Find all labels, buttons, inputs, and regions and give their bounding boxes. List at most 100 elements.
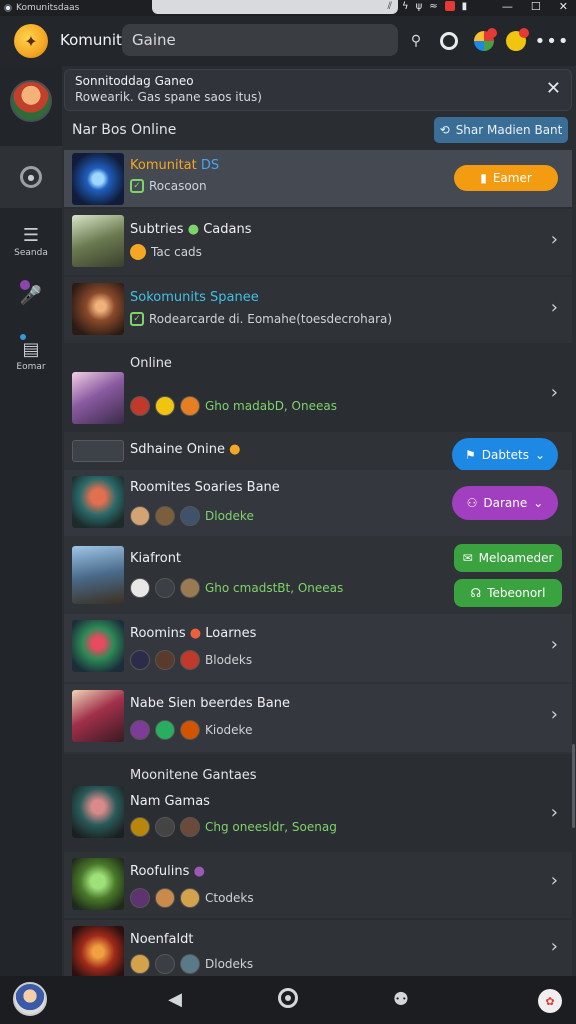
sidebar: ● ☰ Seanda 🎤 ▤ Eomar	[0, 66, 62, 976]
row-status: Chg oneesldr, Soenag	[130, 817, 337, 837]
list-item[interactable]: Noenfaldt Dlodeks ›	[64, 920, 572, 978]
row-title: Sdhaine Onine ●	[130, 442, 241, 457]
app-header: ✦ Komunits Gaine ⚲ •••	[0, 16, 576, 66]
flag-icon: ▤	[18, 334, 44, 362]
bottom-nav: ◀ ⚉ ✿	[0, 976, 576, 1024]
sidebar-item-label: Seanda	[14, 248, 48, 258]
emoji-icon[interactable]	[506, 28, 529, 51]
back-icon[interactable]: ◀	[164, 988, 186, 1010]
game-thumbnail	[72, 215, 124, 267]
chevron-right-icon[interactable]: ›	[551, 704, 558, 725]
lock-icon: ▮	[480, 171, 487, 185]
chevron-right-icon[interactable]: ›	[551, 802, 558, 823]
share-button[interactable]: ⟲ Shar Madien Bant	[434, 117, 568, 143]
chevron-right-icon[interactable]: ›	[551, 382, 558, 403]
details-button[interactable]: ⚑ Dabtets ⌄	[452, 438, 558, 472]
row-status: Gho madabD, Oneeas	[130, 396, 337, 416]
sidebar-item-mic[interactable]: 🎤	[0, 280, 62, 308]
row-status: ✓ Rodearcarde di. Eomahe(toesdecrohara)	[130, 312, 392, 326]
row-title: Subtries ● Cadans	[130, 222, 252, 237]
list-icon: ☰	[22, 224, 40, 246]
list-item[interactable]: Roomites Soaries Bane Dlodeke ⚇ Darane ⌄	[64, 470, 572, 536]
list-item[interactable]: Nam Gamas Chg oneesldr, Soenag ›	[64, 782, 572, 852]
more-icon[interactable]: •••	[535, 29, 569, 53]
pin-icon[interactable]: ⫽	[388, 1, 392, 12]
signal-icon: ψ	[415, 1, 423, 12]
row-status: ✓ Rocasoon	[130, 179, 207, 193]
game-thumbnail	[72, 546, 124, 604]
google-icon[interactable]	[474, 28, 497, 51]
game-thumbnail	[72, 476, 124, 528]
list-item[interactable]: Roofulins ● Ctodeks ›	[64, 852, 572, 918]
row-title: Sokomunits Spanee	[130, 290, 259, 305]
scrollbar[interactable]	[572, 744, 575, 828]
game-thumbnail	[72, 858, 124, 910]
app-title-text: Komunitsdaas	[16, 3, 80, 13]
search-input[interactable]: Gaine	[122, 24, 398, 56]
list-item[interactable]: Kiafront Gho cmadstBt, Oneeas ✉ Meloamede…	[64, 544, 572, 612]
list-item[interactable]: Komunitat DS ✓ Rocasoon ▮ Eamer	[64, 150, 572, 207]
list-item[interactable]: Nabe Sien beerdes Bane Kiodeke ›	[64, 684, 572, 752]
row-title: Roomites Soaries Bane	[130, 480, 280, 495]
profile-avatar[interactable]	[13, 982, 47, 1016]
check-icon: ✓	[130, 312, 144, 326]
row-title: Komunitat DS	[130, 158, 220, 173]
window-titlebar: Komunitsdaas ⫽ ϟ ψ ≈ ▮ — ☐ ✕	[0, 0, 576, 16]
game-thumbnail	[72, 690, 124, 742]
notification-icon[interactable]	[444, 1, 455, 11]
share-button-label: Shar Madien Bant	[455, 123, 563, 137]
app-icon	[4, 4, 12, 12]
row-title: Roomins ● Loarnes	[130, 626, 257, 641]
row-status: Kiodeke	[130, 720, 252, 740]
row-title: Nam Gamas	[130, 794, 210, 809]
row-title: Roofulins ●	[130, 864, 205, 879]
address-bar[interactable]: ⫽	[152, 0, 398, 14]
darane-button[interactable]: ⚇ Darane ⌄	[452, 486, 558, 520]
game-thumbnail	[72, 926, 124, 978]
game-thumbnail	[72, 153, 124, 205]
game-thumbnail	[72, 283, 124, 335]
sidebar-item-list[interactable]: ☰ Seanda	[0, 222, 62, 259]
app-logo[interactable]: ✦	[14, 24, 48, 58]
user-avatar[interactable]	[10, 80, 52, 122]
chevron-right-icon[interactable]: ›	[551, 936, 558, 957]
close-window-button[interactable]: ✕	[559, 0, 568, 13]
row-status: Blodeks	[130, 650, 252, 670]
list-item[interactable]: Roomins ● Loarnes Blodeks ›	[64, 614, 572, 682]
wifi-icon: ≈	[429, 1, 438, 12]
main-content: Sonnitoddag Ganeo Rowearik. Gas spane sa…	[62, 66, 576, 978]
teleport-button[interactable]: ☊ Tebeonorl	[454, 579, 562, 607]
gift-icon[interactable]: ✿	[538, 989, 562, 1013]
row-title: Kiafront	[130, 551, 182, 566]
game-thumbnail	[72, 620, 124, 672]
chevron-right-icon[interactable]: ›	[551, 297, 558, 318]
row-status: Ctodeks	[130, 888, 254, 908]
minimize-button[interactable]: —	[502, 0, 513, 13]
join-button[interactable]: ▮ Eamer	[454, 165, 558, 191]
info-banner: Sonnitoddag Ganeo Rowearik. Gas spane sa…	[64, 69, 572, 111]
chevron-right-icon[interactable]: ›	[551, 229, 558, 250]
section-thumbnail	[72, 440, 124, 462]
share-icon: ⟲	[439, 123, 450, 137]
message-button[interactable]: ✉ Meloameder	[454, 544, 562, 572]
search-icon[interactable]: ⚲	[404, 29, 428, 53]
target-icon[interactable]	[440, 32, 458, 50]
list-item[interactable]: Sokomunits Spanee ✓ Rodearcarde di. Eomah…	[64, 277, 572, 343]
chevron-down-icon: ⌄	[534, 448, 546, 462]
row-status: Dlodeks	[130, 954, 253, 974]
list-item[interactable]: Gho madabD, Oneeas ›	[64, 362, 572, 430]
maximize-button[interactable]: ☐	[531, 0, 541, 13]
chevron-right-icon[interactable]: ›	[551, 870, 558, 891]
sidebar-item-flag[interactable]: ▤ Eomar	[0, 334, 62, 372]
game-ring-icon: ●	[20, 166, 42, 188]
sidebar-item-games[interactable]: ●	[0, 146, 62, 208]
row-status: Gho cmadstBt, Oneeas	[130, 578, 343, 598]
user-icon[interactable]: ⚉	[390, 988, 412, 1010]
row-status: Tac cads	[130, 244, 202, 260]
list-item[interactable]: Subtries ● Cadans Tac cads ›	[64, 209, 572, 275]
brand-name: Komunits	[60, 31, 130, 49]
close-icon[interactable]: ✕	[546, 78, 561, 99]
row-title: Noenfaldt	[130, 932, 194, 947]
chevron-right-icon[interactable]: ›	[551, 634, 558, 655]
home-icon[interactable]	[278, 988, 298, 1008]
